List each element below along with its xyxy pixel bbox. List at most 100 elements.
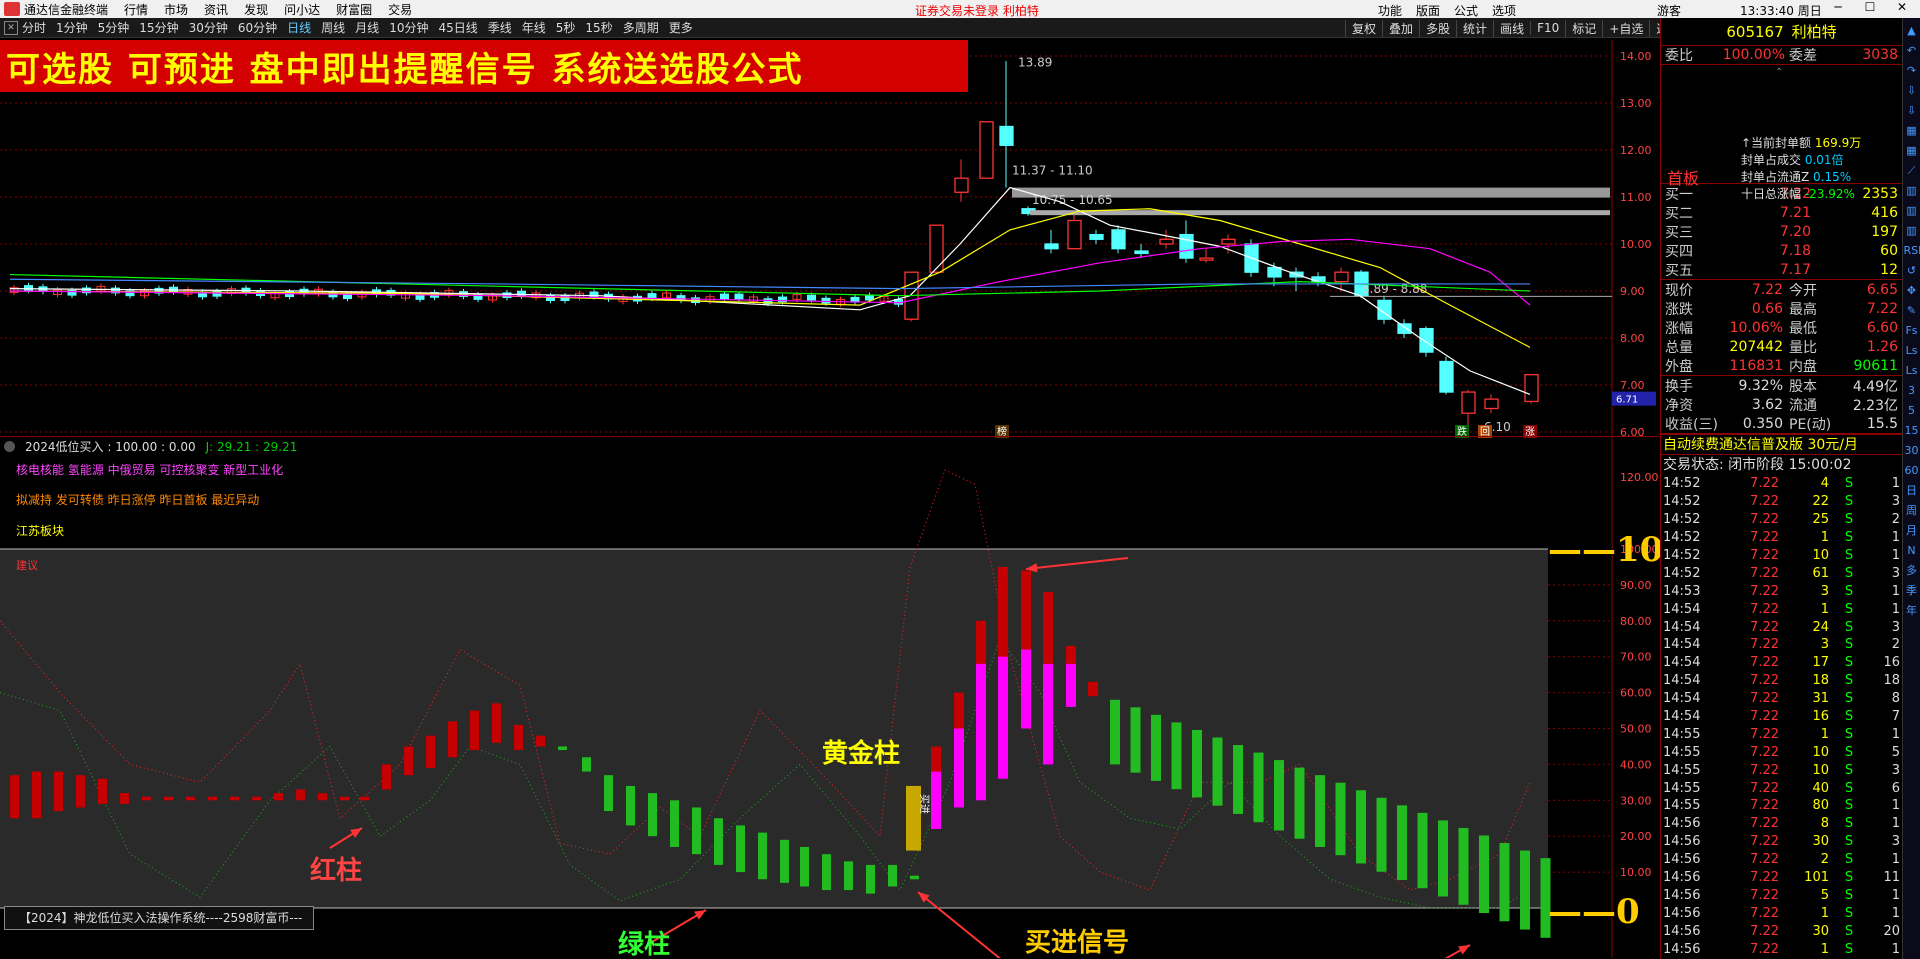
tick-list[interactable]: 14:52 7.22 4 S 1 14:52 7.22 22 S 3 14:52 7.22 25 S 2 14…	[1661, 475, 1902, 959]
side-tool-21[interactable]: 30	[1904, 442, 1920, 460]
side-tool-18[interactable]: 3	[1904, 382, 1920, 400]
side-tool-0[interactable]: ▲	[1904, 22, 1920, 40]
menu-item-4[interactable]: 问小达	[284, 1, 320, 18]
tool-button-2[interactable]: 多股	[1419, 19, 1456, 37]
side-tool-10[interactable]: ▥	[1904, 222, 1920, 240]
side-tool-11[interactable]: RSI	[1904, 242, 1920, 260]
side-tool-19[interactable]: 5	[1904, 402, 1920, 420]
tick-row: 14:55 7.22 10 S 3	[1661, 761, 1902, 779]
side-tool-2[interactable]: ↷	[1904, 62, 1920, 80]
menu-item-3[interactable]: 发现	[244, 1, 268, 18]
side-tool-28[interactable]: 季	[1904, 582, 1920, 600]
close-icon[interactable]: ✕	[1886, 0, 1918, 14]
side-tool-27[interactable]: 多	[1904, 562, 1920, 580]
menu-item-5[interactable]: 财富圈	[336, 1, 372, 18]
tick-row: 14:55 7.22 80 S 1	[1661, 797, 1902, 815]
side-tool-24[interactable]: 周	[1904, 502, 1920, 520]
side-tool-23[interactable]: 日	[1904, 482, 1920, 500]
right-menu-3[interactable]: 选项	[1492, 2, 1516, 19]
period-tab-15[interactable]: 多周期	[623, 19, 659, 36]
side-tool-9[interactable]: ▥	[1904, 202, 1920, 220]
tick-cell: 14:55	[1663, 762, 1701, 778]
side-tool-20[interactable]: 15	[1904, 422, 1920, 440]
tool-button-5[interactable]: F10	[1530, 21, 1565, 35]
right-menu-2[interactable]: 公式	[1454, 2, 1478, 19]
collapse-icon[interactable]: ⌃	[1775, 67, 1783, 78]
menu-item-0[interactable]: 行情	[124, 1, 148, 18]
period-tab-3[interactable]: 15分钟	[139, 19, 178, 36]
period-tab-0[interactable]: 分时	[22, 19, 46, 36]
tick-cell: 14:54	[1663, 673, 1701, 689]
tick-cell: S	[1844, 798, 1854, 814]
side-tool-25[interactable]: 月	[1904, 522, 1920, 540]
tool-button-0[interactable]: 复权	[1345, 19, 1382, 37]
bid-volume: 416	[1871, 204, 1898, 221]
period-tab-13[interactable]: 5秒	[556, 19, 576, 36]
right-menu-0[interactable]: 功能	[1378, 2, 1402, 19]
side-tool-6[interactable]: ▦	[1904, 142, 1920, 160]
decline-green-column	[1274, 760, 1284, 831]
tool-button-7[interactable]: +自选	[1602, 19, 1649, 37]
chart-close-icon[interactable]: ✕	[4, 20, 18, 35]
tick-cell: 14:56	[1663, 941, 1701, 957]
side-tool-4[interactable]: ⇩	[1904, 102, 1920, 120]
tick-cell: 7.22	[1750, 565, 1779, 581]
right-menu-1[interactable]: 版面	[1416, 2, 1440, 19]
decline-green-column	[1520, 850, 1530, 930]
side-tool-26[interactable]: N	[1904, 542, 1920, 560]
side-tool-16[interactable]: Ls	[1904, 342, 1920, 360]
period-tab-16[interactable]: 更多	[669, 19, 693, 36]
side-tool-14[interactable]: ✎	[1904, 302, 1920, 320]
period-tab-11[interactable]: 季线	[488, 19, 512, 36]
menu-item-1[interactable]: 市场	[164, 1, 188, 18]
side-tool-15[interactable]: Fs	[1904, 322, 1920, 340]
period-tab-7[interactable]: 周线	[321, 19, 345, 36]
side-tool-13[interactable]: ✥	[1904, 282, 1920, 300]
tick-cell: S	[1844, 726, 1854, 742]
auto-renew-ad[interactable]: 自动续费通达信普及版 30元/月	[1661, 434, 1902, 454]
period-tab-5[interactable]: 60分钟	[238, 19, 277, 36]
side-tool-3[interactable]: ⇩	[1904, 82, 1920, 100]
side-tool-1[interactable]: ↶	[1904, 42, 1920, 60]
indicator-column	[800, 846, 809, 887]
bid-row-2[interactable]: 买二 7.21 416	[1661, 203, 1902, 222]
bid-row-3[interactable]: 买三 7.20 197	[1661, 222, 1902, 241]
bid-row-4[interactable]: 买四 7.18 60	[1661, 241, 1902, 260]
indicator-column	[758, 832, 767, 880]
period-tab-8[interactable]: 月线	[355, 19, 379, 36]
indicator-column	[230, 796, 239, 801]
menu-item-6[interactable]: 交易	[388, 1, 412, 18]
period-tab-9[interactable]: 10分钟	[389, 19, 428, 36]
tick-cell: S	[1844, 655, 1854, 671]
side-tool-29[interactable]: 年	[1904, 602, 1920, 620]
tick-cell: 1	[1820, 941, 1829, 957]
period-tab-12[interactable]: 年线	[522, 19, 546, 36]
period-tab-14[interactable]: 15秒	[585, 19, 612, 36]
tool-button-3[interactable]: 统计	[1456, 19, 1493, 37]
candle-body	[720, 293, 729, 300]
pane-separator[interactable]	[0, 436, 1660, 437]
side-tool-8[interactable]: ▥	[1904, 182, 1920, 200]
minimize-icon[interactable]: ─	[1822, 0, 1854, 14]
maximize-icon[interactable]: ☐	[1854, 0, 1886, 14]
period-tab-1[interactable]: 1分钟	[56, 19, 88, 36]
menu-item-2[interactable]: 资讯	[204, 1, 228, 18]
period-tab-4[interactable]: 30分钟	[189, 19, 228, 36]
side-tool-12[interactable]: ↺	[1904, 262, 1920, 280]
side-tool-5[interactable]: ▦	[1904, 122, 1920, 140]
indicator-menu-icon[interactable]	[4, 441, 15, 452]
user-label[interactable]: 游客	[1657, 2, 1681, 19]
side-tool-17[interactable]: Ls	[1904, 362, 1920, 380]
period-tab-6[interactable]: 日线	[287, 19, 311, 36]
tick-row: 14:56 7.22 8 S 1	[1661, 815, 1902, 833]
side-tool-22[interactable]: 60	[1904, 462, 1920, 480]
period-tab-10[interactable]: 45日线	[438, 19, 477, 36]
tool-button-6[interactable]: 标记	[1565, 19, 1602, 37]
tool-button-1[interactable]: 叠加	[1382, 19, 1419, 37]
side-tool-7[interactable]: ⟋	[1904, 162, 1920, 180]
candle-body	[1067, 219, 1082, 250]
bid-row-5[interactable]: 买五 7.17 12	[1661, 260, 1902, 279]
ind-axis-label: 90.00	[1620, 579, 1652, 592]
tool-button-4[interactable]: 画线	[1493, 19, 1530, 37]
period-tab-2[interactable]: 5分钟	[98, 19, 130, 36]
